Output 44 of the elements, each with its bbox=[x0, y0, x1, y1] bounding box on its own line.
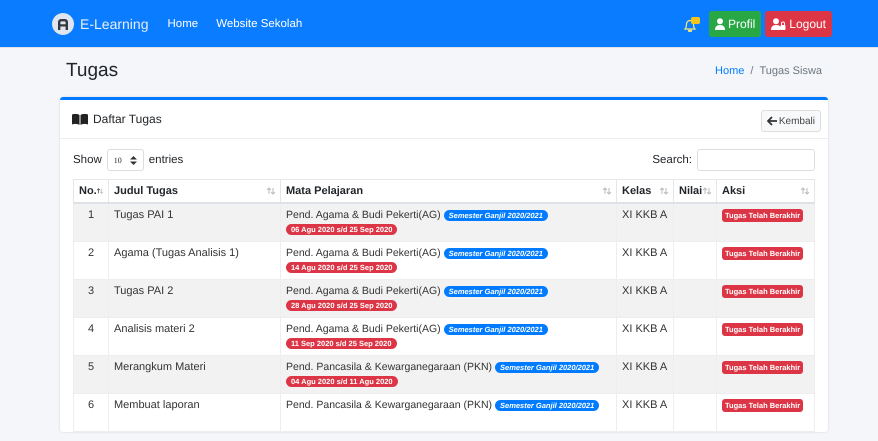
label: entries bbox=[148, 154, 184, 166]
user-lock-icon bbox=[771, 18, 786, 30]
table-cell: XI KKB A bbox=[622, 285, 668, 297]
nav-link[interactable]: Website Sekolah bbox=[207, 18, 312, 30]
subject-text: Pend. Agama & Budi Pekerti(AG) bbox=[286, 285, 441, 297]
updown-icon bbox=[130, 156, 137, 164]
table-cell: XI KKB A bbox=[622, 399, 668, 411]
table-cell: XI KKB A bbox=[622, 361, 668, 373]
subject-text: Pend. Agama & Budi Pekerti(AG) bbox=[286, 209, 441, 221]
user-icon bbox=[714, 18, 725, 30]
table-cell: Agama (Tugas Analisis 1) bbox=[114, 247, 239, 259]
table-cell: Analisis materi 2 bbox=[114, 323, 195, 335]
search-field[interactable] bbox=[697, 149, 815, 171]
nav-link[interactable]: Home bbox=[158, 18, 208, 30]
table-cell: 2 bbox=[88, 247, 94, 259]
page-title: Tugas bbox=[66, 60, 118, 82]
table-cell: 4 bbox=[88, 323, 94, 335]
table-cell: 5 bbox=[88, 361, 94, 373]
book-icon bbox=[72, 113, 88, 125]
logout-button[interactable]: Logout bbox=[765, 10, 832, 36]
breadcrumb-separator: / bbox=[750, 65, 754, 77]
entries-select[interactable]: 10 bbox=[106, 149, 144, 171]
label: Show bbox=[73, 154, 102, 166]
table-cell: XI KKB A bbox=[622, 209, 668, 221]
breadcrumb-item[interactable]: Home bbox=[715, 65, 744, 77]
logo-icon bbox=[52, 12, 74, 34]
subject-text: Pend. Agama & Budi Pekerti(AG) bbox=[286, 247, 441, 259]
card-title: Daftar Tugas bbox=[93, 112, 162, 126]
table-cell: Membuat laporan bbox=[114, 399, 200, 411]
table-cell: 6 bbox=[88, 399, 94, 411]
arrow-left-icon bbox=[766, 116, 777, 126]
table-cell: 3 bbox=[88, 285, 94, 297]
table-cell: XI KKB A bbox=[622, 247, 668, 259]
table-cell: Tugas PAI 1 bbox=[114, 209, 174, 221]
subject-text: Pend. Agama & Budi Pekerti(AG) bbox=[286, 323, 441, 335]
table-cell: 1 bbox=[88, 209, 94, 221]
subject-text: Pend. Pancasila & Kewarganegaraan (PKN) bbox=[286, 361, 492, 373]
subject-text: Pend. Pancasila & Kewarganegaraan (PKN) bbox=[286, 399, 492, 411]
table-cell: Merangkum Materi bbox=[114, 361, 206, 373]
table-cell: Tugas PAI 2 bbox=[114, 285, 174, 297]
breadcrumb-item: Tugas Siswa bbox=[759, 65, 822, 77]
back-button[interactable]: Kembali bbox=[760, 110, 821, 132]
label: Search: bbox=[652, 154, 692, 166]
table-cell: XI KKB A bbox=[622, 323, 668, 335]
